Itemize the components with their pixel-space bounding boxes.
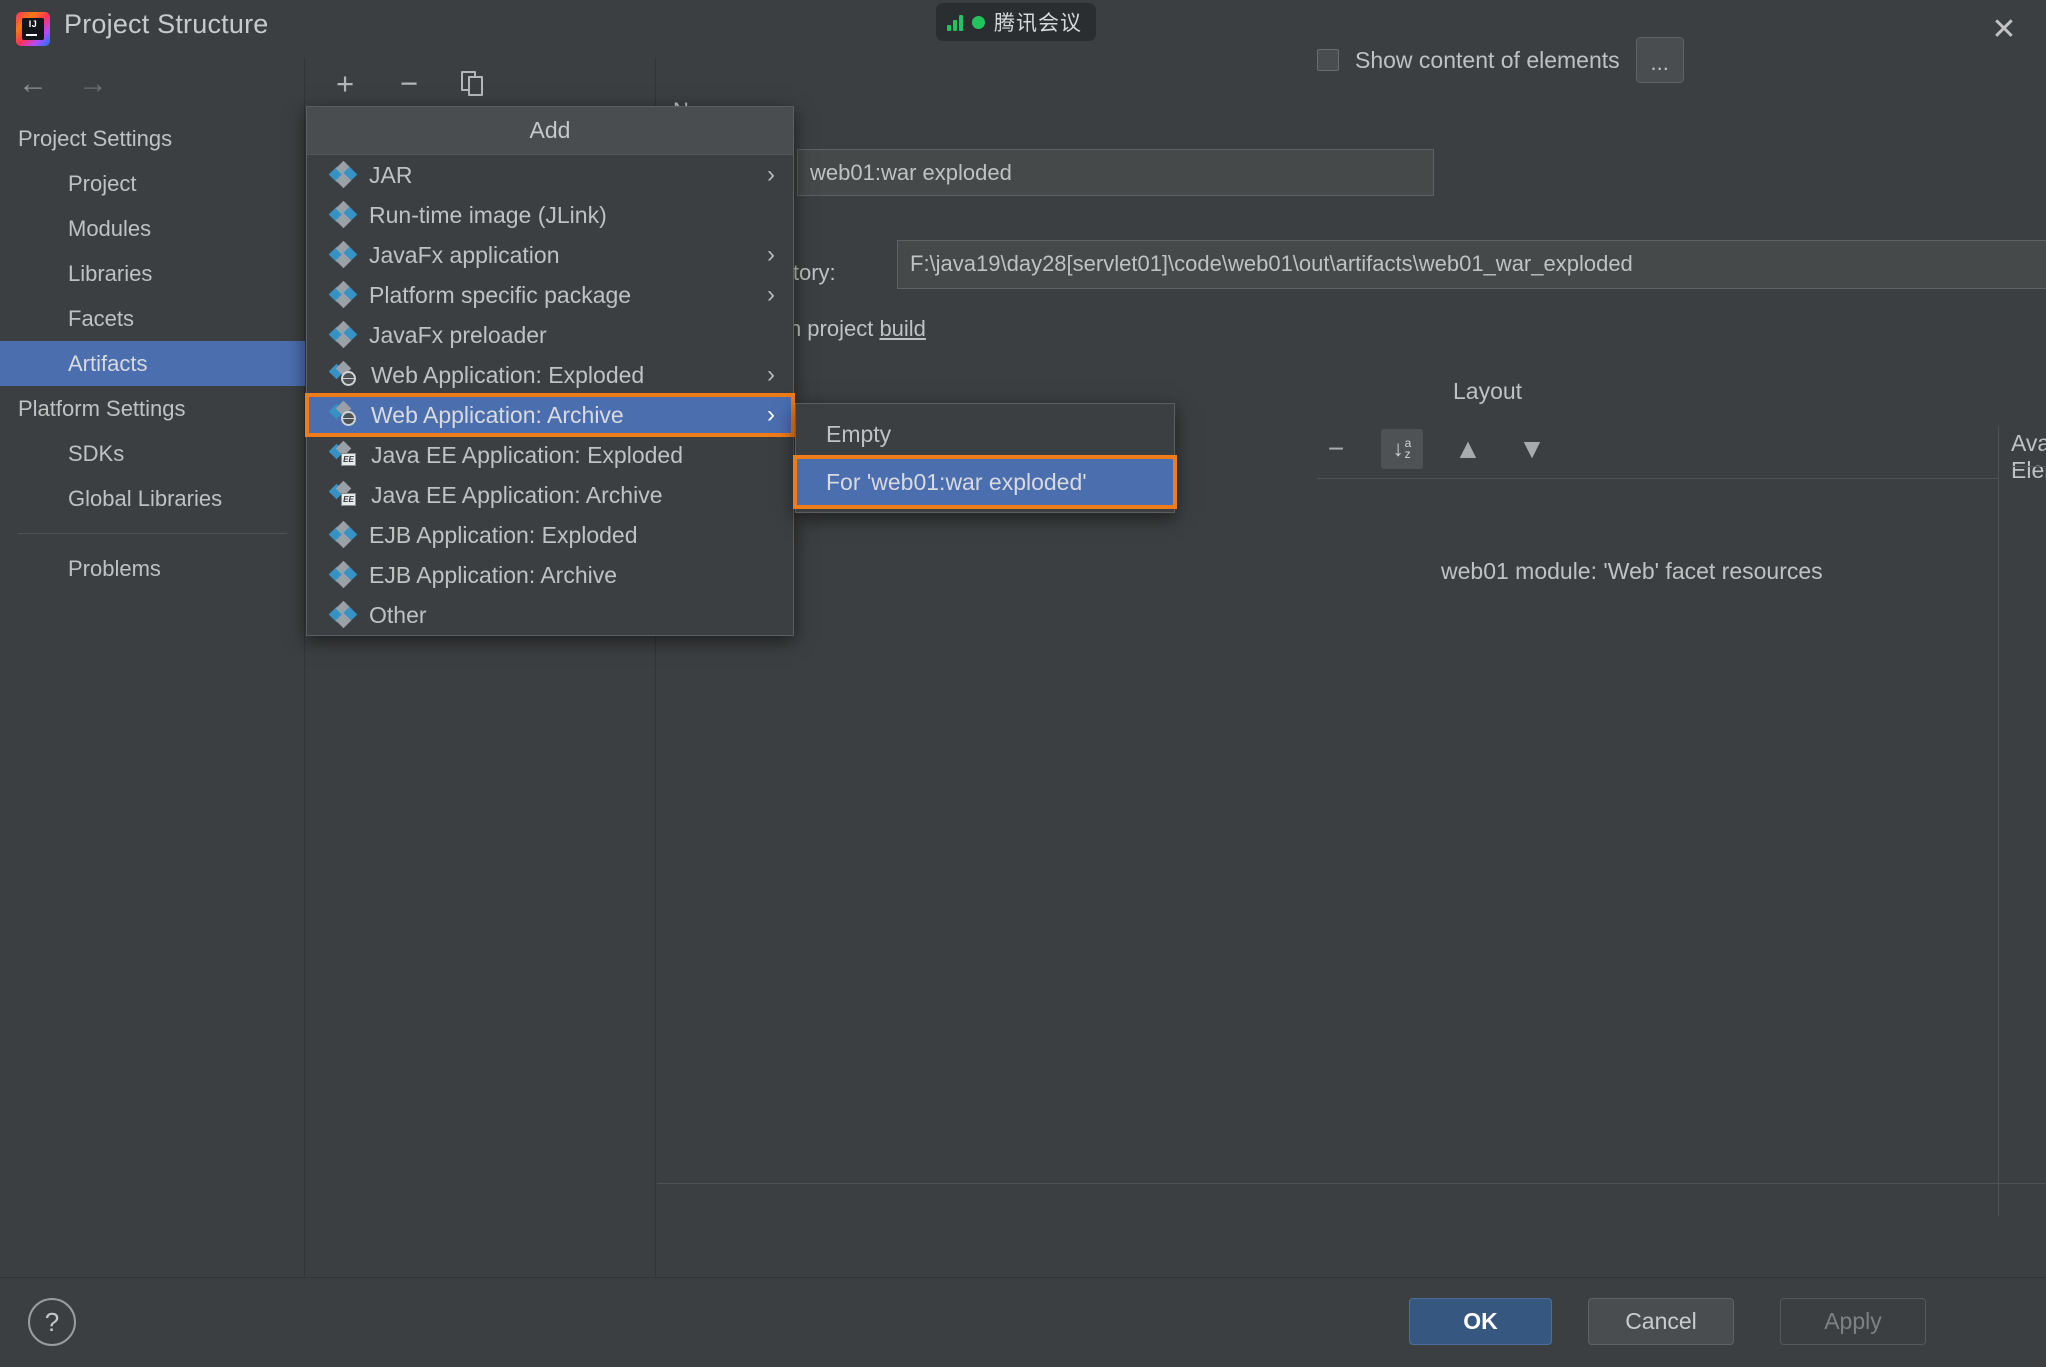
tencent-meeting-indicator[interactable]: 腾讯会议 <box>936 3 1096 41</box>
submenu-item-empty[interactable]: Empty <box>796 410 1174 458</box>
move-down-icon[interactable]: ▼ <box>1513 430 1551 468</box>
menu-item-jar[interactable]: JAR › <box>307 155 793 195</box>
include-build-accel: build <box>879 316 926 341</box>
sidebar-nav-buttons: ← → <box>0 58 305 110</box>
artifacts-toolbar: + − <box>306 58 656 110</box>
menu-item-web-application-archive[interactable]: Web Application: Archive › <box>305 393 795 437</box>
remove-icon[interactable]: − <box>392 67 426 101</box>
artifact-icon <box>328 320 358 349</box>
layout-label: Layout <box>1453 378 1523 404</box>
ok-button[interactable]: OK <box>1409 1298 1552 1345</box>
page-title: Project Structure <box>64 9 269 39</box>
artifact-name-input[interactable]: web01:war exploded <box>797 149 1434 196</box>
back-arrow-icon[interactable]: ← <box>16 69 50 99</box>
forward-arrow-icon[interactable]: → <box>76 69 110 99</box>
sort-z-label: z <box>1404 447 1411 461</box>
sort-arrow-icon: ↓ <box>1392 436 1404 462</box>
close-icon[interactable]: ✕ <box>1984 10 2024 50</box>
signal-bars-icon <box>947 14 963 31</box>
show-content-of-elements-checkbox[interactable]: Show content of elements ... <box>1317 37 1684 83</box>
settings-sidebar: ← → Project Settings Project Modules Lib… <box>0 58 305 1277</box>
artifact-icon <box>328 600 358 629</box>
project-structure-dialog: IJ Project Structure ✕ 腾讯会议 ← → Project … <box>0 0 2046 1367</box>
layout-tree-node[interactable]: web01 module: 'Web' facet resources <box>1441 558 1823 585</box>
add-icon[interactable]: + <box>328 67 362 101</box>
web-application-archive-submenu: Empty For 'web01:war exploded' <box>793 403 1177 513</box>
sidebar-item-sdks[interactable]: SDKs <box>0 431 305 476</box>
cancel-button[interactable]: Cancel <box>1588 1298 1734 1345</box>
add-menu-title: Add <box>307 107 793 155</box>
more-options-button[interactable]: ... <box>1635 37 1684 83</box>
sidebar-item-artifacts[interactable]: Artifacts <box>0 341 305 386</box>
sidebar-item-project[interactable]: Project <box>0 161 305 206</box>
submenu-item-for-web01-war-exploded[interactable]: For 'web01:war exploded' <box>793 455 1177 509</box>
layout-rule <box>1317 478 1998 479</box>
web-app-icon <box>328 400 357 427</box>
sidebar-item-facets[interactable]: Facets <box>0 296 305 341</box>
web-app-icon <box>328 360 357 387</box>
move-up-icon[interactable]: ▲ <box>1449 430 1487 468</box>
show-content-label: Show content of elements <box>1355 46 1620 73</box>
artifact-icon <box>328 160 358 189</box>
sort-alphabetically-button[interactable]: ↓ a z <box>1381 429 1423 469</box>
chevron-right-icon: › <box>767 241 775 268</box>
chevron-right-icon: › <box>767 361 775 388</box>
menu-item-java-ee-application-archive[interactable]: EE Java EE Application: Archive <box>307 475 793 515</box>
menu-item-ejb-application-archive[interactable]: EJB Application: Archive <box>307 555 793 595</box>
menu-item-java-ee-application-exploded[interactable]: EE Java EE Application: Exploded <box>307 435 793 475</box>
sidebar-divider <box>18 533 287 534</box>
sidebar-item-modules[interactable]: Modules <box>0 206 305 251</box>
detail-bottom-bar <box>657 1183 2046 1277</box>
artifact-icon <box>328 200 358 229</box>
panel-divider <box>1998 426 1999 1216</box>
menu-item-javafx-application[interactable]: JavaFx application › <box>307 235 793 275</box>
javaee-icon: EE <box>328 440 357 467</box>
available-elements-divider <box>2013 466 2046 467</box>
menu-item-web-application-exploded[interactable]: Web Application: Exploded › <box>307 355 793 395</box>
status-dot-icon <box>972 15 985 29</box>
sidebar-nav-list: Project Settings Project Modules Librari… <box>0 116 305 591</box>
copy-icon[interactable] <box>456 67 490 101</box>
layout-toolbar: − ↓ a z ▲ ▼ <box>1317 426 2037 472</box>
sidebar-item-global-libraries[interactable]: Global Libraries <box>0 476 305 521</box>
artifact-detail-panel: Name: web01:war exploded Type: Web Appli… <box>657 37 2046 1277</box>
menu-item-other[interactable]: Other <box>307 595 793 635</box>
sidebar-group-project-settings: Project Settings <box>18 126 173 151</box>
available-elements-text: Available Elements <box>2011 430 2046 483</box>
menu-item-platform-specific-package[interactable]: Platform specific package › <box>307 275 793 315</box>
artifact-icon <box>328 560 358 589</box>
artifact-icon <box>328 280 358 309</box>
add-artifact-menu: Add JAR › Run-time image (JLink) JavaFx … <box>305 106 795 636</box>
meeting-label: 腾讯会议 <box>994 12 1082 35</box>
dialog-action-bar: ? OK Cancel Apply <box>0 1277 2046 1367</box>
menu-item-ejb-application-exploded[interactable]: EJB Application: Exploded <box>307 515 793 555</box>
menu-item-javafx-preloader[interactable]: JavaFx preloader <box>307 315 793 355</box>
chevron-right-icon: › <box>767 161 775 188</box>
output-directory-input[interactable]: F:\java19\day28[servlet01]\code\web01\ou… <box>897 240 2046 289</box>
help-icon[interactable]: ? <box>28 1298 76 1346</box>
sidebar-group-platform-settings: Platform Settings <box>18 396 186 421</box>
chevron-right-icon: › <box>767 401 775 428</box>
javaee-icon: EE <box>328 480 357 507</box>
available-elements-label: Available Elements ? <box>2011 430 2046 484</box>
logo-text: IJ <box>22 18 44 40</box>
output-directory-value: F:\java19\day28[servlet01]\code\web01\ou… <box>910 251 1633 276</box>
chevron-right-icon: › <box>767 281 775 308</box>
menu-item-runtime-image[interactable]: Run-time image (JLink) <box>307 195 793 235</box>
intellij-logo-icon: IJ <box>16 12 50 46</box>
artifact-icon <box>328 240 358 269</box>
apply-button[interactable]: Apply <box>1780 1298 1926 1345</box>
artifact-icon <box>328 520 358 549</box>
sidebar-item-problems[interactable]: Problems <box>0 546 305 591</box>
layout-minus-icon[interactable]: − <box>1317 430 1355 468</box>
sidebar-item-libraries[interactable]: Libraries <box>0 251 305 296</box>
checkbox-box <box>1317 49 1339 71</box>
